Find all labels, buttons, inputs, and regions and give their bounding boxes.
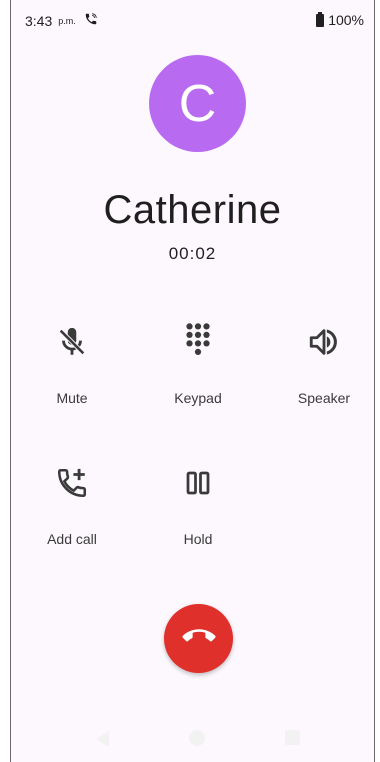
in-call-screen: 3:43 p.m. 100% C Catherine 00:02 Mute Ke… [10,0,375,762]
battery-percent: 100% [328,12,364,28]
mute-label: Mute [56,390,88,406]
speaker-label: Speaker [297,390,351,406]
navigation-bar [11,724,374,754]
status-ampm: p.m. [58,15,76,26]
status-time: 3:43 [25,12,53,29]
status-right: 100% [316,11,364,28]
recents-square-icon[interactable] [285,730,300,745]
status-bar: 3:43 p.m. 100% [11,0,374,44]
end-call-button[interactable] [164,604,233,673]
add-call-button[interactable]: Add call [17,463,127,547]
volume-up-icon [304,322,344,362]
add-call-icon [52,463,92,503]
phone-in-call-icon [84,12,98,29]
pause-icon [178,463,218,503]
back-triangle-icon[interactable] [94,730,110,753]
mic-off-icon [52,322,92,362]
status-left: 3:43 p.m. [25,12,98,29]
caller-name: Catherine [103,188,282,232]
hold-button[interactable]: Hold [143,463,253,547]
keypad-label: Keypad [174,390,222,406]
add-call-label: Add call [47,531,97,547]
home-circle-icon[interactable] [189,730,205,746]
call-timer: 00:02 [168,244,217,263]
keypad-button[interactable]: Keypad [143,322,253,406]
hold-label: Hold [183,531,213,547]
call-end-icon [181,619,216,658]
caller-avatar: C [149,55,246,152]
mute-button[interactable]: Mute [17,322,127,406]
battery-icon [316,11,325,27]
dialpad-icon [178,322,218,362]
avatar-initial: C [178,74,217,133]
speaker-button[interactable]: Speaker [269,322,374,406]
